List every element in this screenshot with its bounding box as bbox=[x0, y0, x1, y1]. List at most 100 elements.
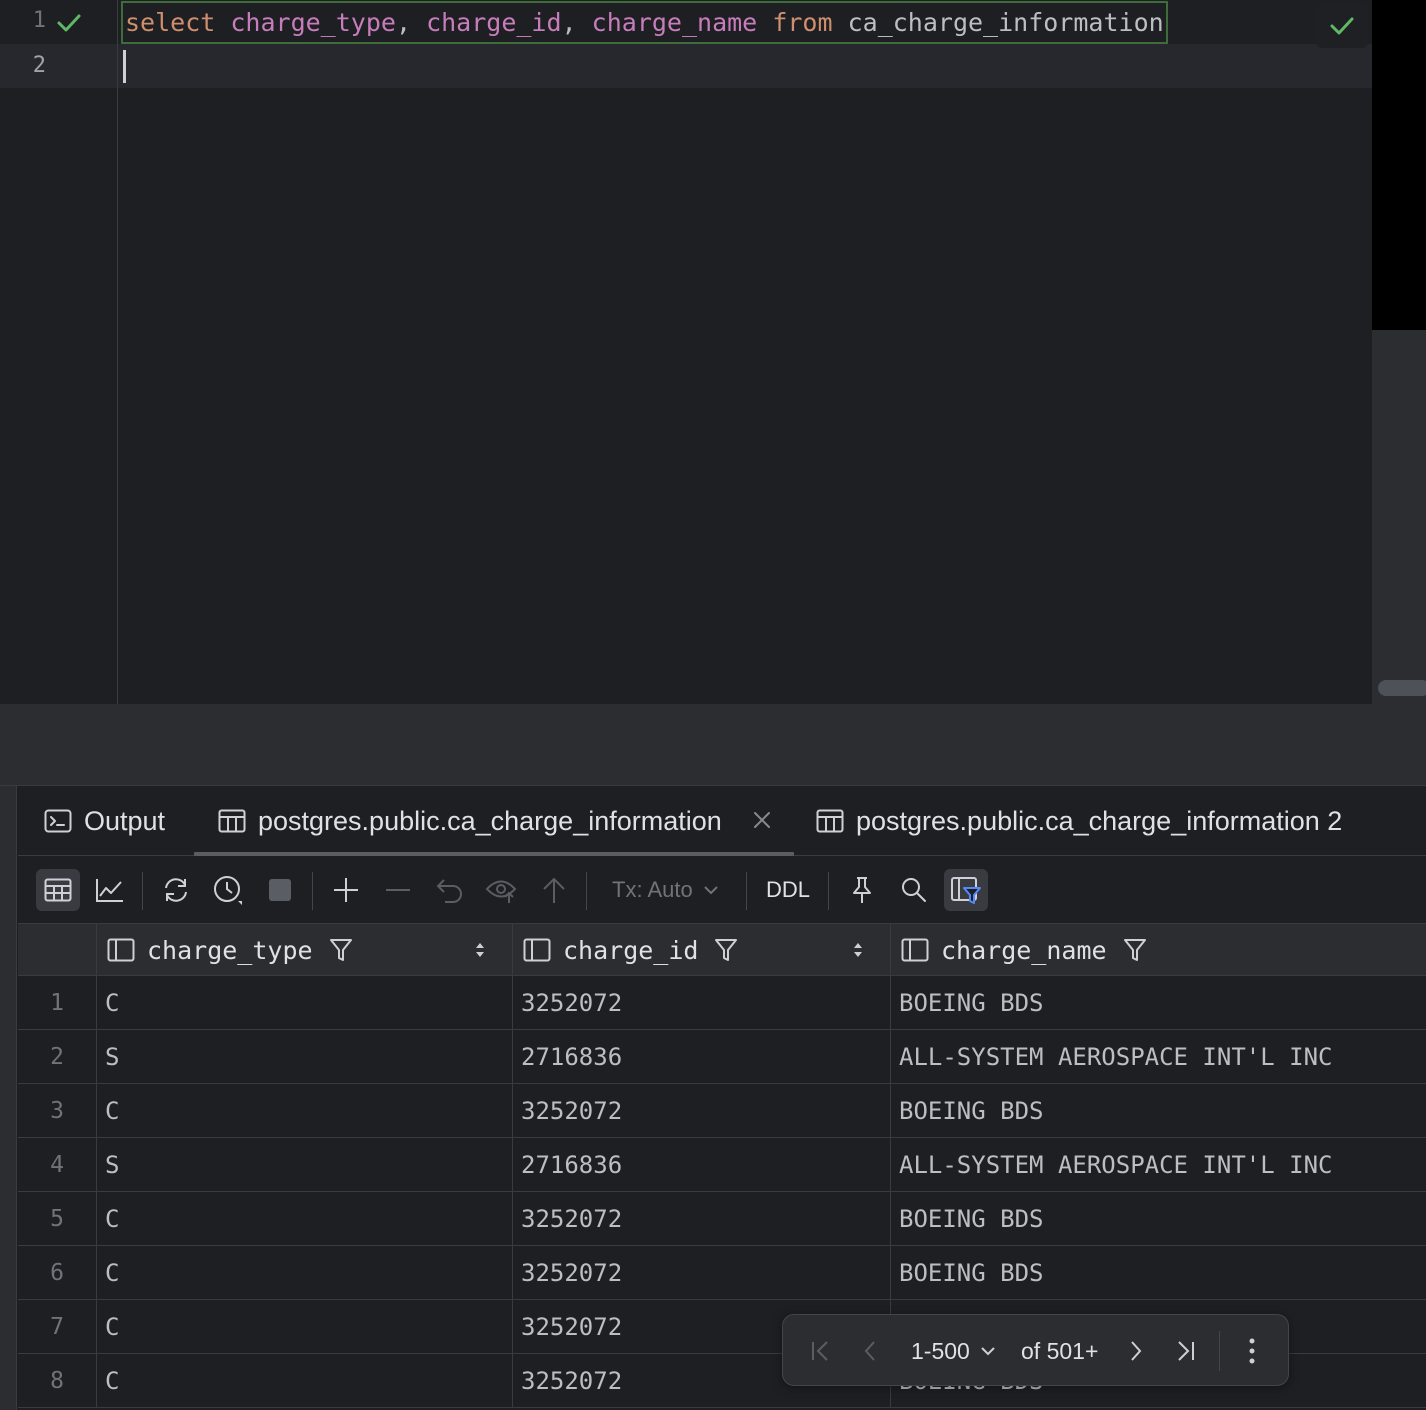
arrow-up-icon bbox=[543, 877, 565, 903]
undo-icon bbox=[436, 879, 462, 903]
inspection-status-button[interactable] bbox=[1316, 4, 1368, 48]
executed-check-icon bbox=[57, 14, 81, 32]
previous-page-button[interactable] bbox=[853, 1333, 889, 1369]
chevron-left-icon bbox=[864, 1341, 875, 1361]
cell-charge-name[interactable]: BOEING BDS bbox=[890, 1246, 1426, 1300]
filter-icon[interactable] bbox=[329, 937, 353, 963]
toolbar-separator bbox=[312, 872, 313, 910]
pin-tab-button[interactable] bbox=[840, 869, 884, 911]
more-options-button[interactable] bbox=[1234, 1333, 1270, 1369]
cell-charge-type[interactable]: S bbox=[96, 1030, 512, 1084]
sql-editor[interactable]: 1 2 select charge_type, charge_id, charg… bbox=[0, 0, 1426, 704]
cell-charge-id[interactable]: 3252072 bbox=[512, 1246, 890, 1300]
plus-icon bbox=[334, 878, 358, 902]
vertical-scrollbar[interactable] bbox=[1372, 330, 1426, 704]
scrollbar-area bbox=[1372, 0, 1426, 330]
table-row[interactable]: 6 C 3252072 BOEING BDS bbox=[18, 1246, 1426, 1300]
column-header-charge-type[interactable]: charge_type bbox=[96, 924, 512, 976]
horizontal-scrollbar-thumb[interactable] bbox=[1378, 680, 1426, 696]
chevron-down-icon bbox=[981, 1347, 995, 1356]
cell-charge-type[interactable]: C bbox=[96, 1246, 512, 1300]
ddl-button[interactable]: DDL bbox=[758, 869, 818, 911]
cell-charge-id[interactable]: 2716836 bbox=[512, 1138, 890, 1192]
refresh-icon bbox=[165, 878, 187, 902]
table-row[interactable]: 4 S 2716836 ALL-SYSTEM AEROSPACE INT'L I… bbox=[18, 1138, 1426, 1192]
row-number: 4 bbox=[50, 1152, 64, 1178]
preview-changes-button[interactable] bbox=[480, 869, 524, 911]
stop-button[interactable] bbox=[258, 869, 302, 911]
add-row-button[interactable] bbox=[324, 869, 368, 911]
close-tab-icon[interactable] bbox=[750, 808, 774, 832]
column-header-charge-name[interactable]: charge_name bbox=[890, 924, 1426, 976]
text-caret bbox=[123, 50, 126, 83]
line-number: 1 bbox=[32, 8, 46, 33]
submit-button[interactable] bbox=[532, 869, 576, 911]
table-view-icon bbox=[44, 878, 72, 902]
tab-label: postgres.public.ca_charge_information bbox=[258, 805, 722, 836]
sort-icon[interactable] bbox=[852, 940, 864, 960]
last-page-button[interactable] bbox=[1167, 1333, 1203, 1369]
column-header-charge-id[interactable]: charge_id bbox=[512, 924, 890, 976]
console-icon bbox=[44, 809, 72, 833]
search-button[interactable] bbox=[892, 869, 936, 911]
history-button[interactable] bbox=[206, 869, 250, 911]
editor-gutter: 1 2 bbox=[0, 0, 118, 704]
cell-charge-type[interactable]: S bbox=[96, 1138, 512, 1192]
cell-charge-type[interactable]: C bbox=[96, 1354, 512, 1408]
cell-charge-id[interactable]: 3252072 bbox=[512, 1192, 890, 1246]
toolbar-separator bbox=[586, 872, 587, 910]
sort-icon[interactable] bbox=[474, 940, 486, 960]
keyword-from: from bbox=[772, 8, 833, 37]
row-number: 6 bbox=[50, 1260, 64, 1286]
cell-charge-type[interactable]: C bbox=[96, 976, 512, 1030]
cell-charge-id[interactable]: 2716836 bbox=[512, 1030, 890, 1084]
panel-splitter[interactable] bbox=[0, 704, 1426, 786]
toolbar-separator bbox=[142, 872, 143, 910]
cell-charge-name[interactable]: ALL-SYSTEM AEROSPACE INT'L INC bbox=[890, 1138, 1426, 1192]
table-row[interactable]: 1 C 3252072 BOEING BDS bbox=[18, 976, 1426, 1030]
chart-icon bbox=[96, 879, 123, 902]
table-icon bbox=[218, 809, 246, 833]
cell-charge-type[interactable]: C bbox=[96, 1192, 512, 1246]
tab-output[interactable]: Output bbox=[44, 786, 165, 856]
cell-charge-name[interactable]: BOEING BDS bbox=[890, 976, 1426, 1030]
grid-header: charge_type charge_id charge_name bbox=[18, 924, 1426, 976]
cell-charge-id[interactable]: 3252072 bbox=[512, 976, 890, 1030]
first-page-icon bbox=[812, 1341, 828, 1361]
query-statement[interactable]: select charge_type, charge_id, charge_na… bbox=[121, 1, 1168, 44]
table-view-button[interactable] bbox=[36, 869, 80, 911]
page-range-label: 1-500 bbox=[911, 1337, 970, 1364]
pin-icon bbox=[853, 877, 871, 903]
transaction-mode-dropdown[interactable]: Tx: Auto bbox=[612, 869, 719, 911]
table-row[interactable]: 2 S 2716836 ALL-SYSTEM AEROSPACE INT'L I… bbox=[18, 1030, 1426, 1084]
column-header-label: charge_type bbox=[147, 935, 313, 965]
tab-result-ca-charge-information[interactable]: postgres.public.ca_charge_information bbox=[218, 786, 722, 856]
filter-panel-toggle[interactable] bbox=[944, 869, 988, 911]
tab-label: Output bbox=[84, 805, 166, 836]
column-token: charge_name bbox=[591, 8, 758, 37]
cell-charge-type[interactable]: C bbox=[96, 1084, 512, 1138]
refresh-button[interactable] bbox=[154, 869, 198, 911]
filter-icon[interactable] bbox=[714, 937, 738, 963]
page-size-dropdown[interactable]: 1-500 bbox=[911, 1333, 996, 1369]
table-row[interactable]: 5 C 3252072 BOEING BDS bbox=[18, 1192, 1426, 1246]
chart-view-button[interactable] bbox=[88, 869, 132, 911]
table-row[interactable]: 3 C 3252072 BOEING BDS bbox=[18, 1084, 1426, 1138]
panel-side-strip bbox=[0, 786, 17, 1410]
cell-charge-id[interactable]: 3252072 bbox=[512, 1084, 890, 1138]
tab-result-ca-charge-information-2[interactable]: postgres.public.ca_charge_information 2 bbox=[816, 786, 1342, 856]
results-tab-bar: Output postgres.public.ca_charge_informa… bbox=[18, 786, 1426, 856]
comma-token: , bbox=[395, 8, 412, 37]
cell-charge-name[interactable]: BOEING BDS bbox=[890, 1084, 1426, 1138]
revert-button[interactable] bbox=[428, 869, 472, 911]
cell-charge-name[interactable]: ALL-SYSTEM AEROSPACE INT'L INC bbox=[890, 1030, 1426, 1084]
current-line-highlight bbox=[0, 44, 1372, 88]
row-number: 5 bbox=[50, 1206, 64, 1232]
column-icon bbox=[901, 938, 929, 962]
cell-charge-type[interactable]: C bbox=[96, 1300, 512, 1354]
delete-row-button[interactable] bbox=[376, 869, 420, 911]
cell-charge-name[interactable]: BOEING BDS bbox=[890, 1192, 1426, 1246]
first-page-button[interactable] bbox=[803, 1333, 839, 1369]
filter-icon[interactable] bbox=[1123, 937, 1147, 963]
next-page-button[interactable] bbox=[1117, 1333, 1153, 1369]
